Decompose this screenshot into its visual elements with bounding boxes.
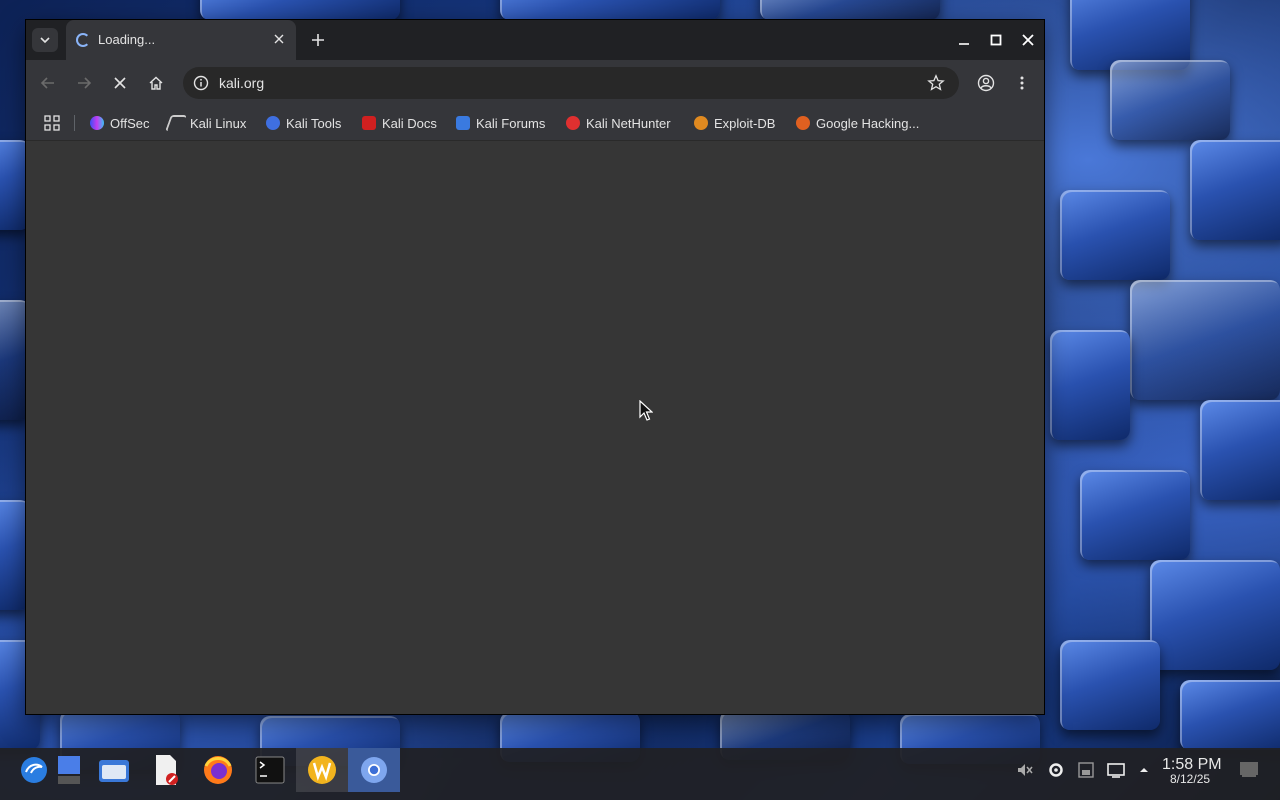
mouse-cursor-icon [639,400,653,421]
terminal-button[interactable] [244,748,296,792]
info-icon[interactable] [193,75,209,91]
arrow-left-icon [40,77,54,89]
clock-date[interactable]: 8/12/25 [1170,772,1210,786]
tab-title: Loading... [98,32,156,47]
address-bar[interactable]: kali.org [183,67,959,99]
exploit-db-icon [694,116,708,130]
star-icon[interactable] [927,74,945,92]
browser-window: Loading... kali.org OffSec Kali Linux Ka… [26,20,1044,714]
browser-toolbar: kali.org [26,60,1044,106]
maximize-icon [990,34,1002,46]
page-content[interactable] [26,141,1044,714]
address-url[interactable]: kali.org [219,75,264,91]
network-settings-button[interactable] [1046,760,1066,780]
firefox-button[interactable] [192,748,244,792]
close-icon [114,77,126,89]
notification-icon [1240,762,1258,777]
arrow-right-icon [78,77,92,89]
terminal-icon [255,756,285,784]
bookmark-kali-docs[interactable]: Kali Docs [362,114,437,132]
apps-button[interactable] [44,114,60,132]
mute-button[interactable] [1015,760,1035,780]
monitor-icon [1107,763,1125,778]
bookmarks-bar: OffSec Kali Linux Kali Tools Kali Docs K… [26,106,1044,141]
chevron-down-icon [40,37,50,44]
google-hacking-icon [796,116,810,130]
gear-icon [1049,763,1063,777]
bookmark-exploit-db[interactable]: Exploit-DB [694,114,775,132]
tab-close-button[interactable] [270,30,288,48]
display-button[interactable] [1106,760,1126,780]
file-manager-button[interactable] [88,748,140,792]
minimize-button[interactable] [950,28,978,52]
new-tab-button[interactable] [308,30,328,50]
file-manager-icon [99,760,129,782]
apps-grid-icon [44,115,60,131]
profile-button[interactable] [974,71,998,95]
bookmark-offsec[interactable]: OffSec [90,114,150,132]
bookmark-kali-forums[interactable]: Kali Forums [456,114,545,132]
close-window-button[interactable] [1014,28,1042,52]
back-button[interactable] [36,71,60,95]
minimize-icon [959,43,969,45]
nethunter-icon [566,116,580,130]
bookmark-kali-tools[interactable]: Kali Tools [266,114,341,132]
tab-strip: Loading... [26,20,1044,60]
storage-button[interactable] [1076,760,1096,780]
kali-tools-icon [266,116,280,130]
kali-menu-icon [21,757,47,783]
close-icon [1022,34,1034,46]
forward-button[interactable] [72,71,96,95]
chevron-up-icon [1140,768,1148,772]
speaker-muted-icon [1018,764,1033,776]
app-w-button[interactable] [296,748,348,792]
taskbar [0,748,1280,800]
chromium-button[interactable] [348,748,400,792]
bookmark-kali-linux[interactable]: Kali Linux [165,114,246,132]
plus-icon [312,34,324,46]
text-editor-button[interactable] [140,748,192,792]
app-w-icon [308,756,336,784]
show-desktop-icon [58,756,80,784]
bookmark-kali-nethunter[interactable]: Kali NetHunter [566,114,671,132]
show-desktop-button[interactable] [52,748,86,792]
tab-active[interactable]: Loading... [66,20,296,60]
drive-icon [1078,762,1094,778]
bookmarks-separator [74,115,75,131]
home-icon [149,76,163,90]
notifications-button[interactable] [1238,760,1260,780]
kali-dragon-icon [165,115,187,131]
more-vertical-icon [1020,76,1024,90]
text-editor-icon [156,755,178,785]
kali-docs-icon [362,116,376,130]
home-button[interactable] [144,71,168,95]
menu-button[interactable] [1010,71,1034,95]
close-icon [274,34,284,44]
loading-spinner-icon [76,33,90,47]
tray-expand-button[interactable] [1134,760,1154,780]
maximize-button[interactable] [982,28,1010,52]
chromium-icon [361,757,387,783]
firefox-icon [204,756,232,784]
offsec-icon [90,116,104,130]
kali-forums-icon [456,116,470,130]
stop-loading-button[interactable] [108,71,132,95]
bookmark-google-hacking[interactable]: Google Hacking... [796,114,919,132]
tab-search-button[interactable] [32,28,58,52]
account-icon [977,74,995,92]
